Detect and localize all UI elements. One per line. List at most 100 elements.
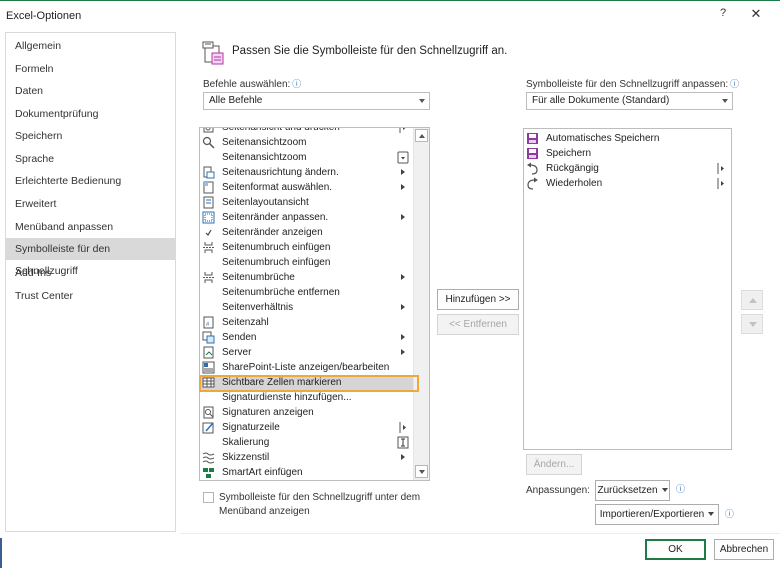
chevron-down-icon: [661, 488, 668, 493]
submenu-arrow-icon: [401, 169, 405, 175]
list-item[interactable]: Seitenverhältnis: [200, 300, 413, 315]
modify-button[interactable]: Ändern...: [526, 454, 582, 475]
toolbar-label: Symbolleiste für den Schnellzugriff anpa…: [526, 77, 739, 90]
help-button[interactable]: ?: [713, 7, 733, 25]
list-item[interactable]: # Seitenzahl: [200, 315, 413, 330]
send-icon: [202, 331, 215, 344]
nav-item-allgemein[interactable]: Allgemein: [6, 35, 175, 57]
list-item[interactable]: Seitenränder anzeigen: [200, 225, 413, 240]
import-export-button-label: Importieren/Exportieren: [599, 509, 705, 520]
commands-scrollbar[interactable]: [413, 128, 429, 480]
visible-cells-icon: [202, 377, 215, 388]
autosave-icon: [527, 133, 538, 144]
list-item-label: Seitenzahl: [222, 317, 269, 328]
ok-button[interactable]: OK: [645, 539, 706, 560]
nav-item-sprache[interactable]: Sprache: [6, 148, 175, 170]
list-item[interactable]: Senden: [200, 330, 413, 345]
signatures-icon: [203, 406, 214, 419]
move-up-button[interactable]: [741, 290, 763, 310]
list-item[interactable]: Automatisches Speichern: [524, 131, 731, 146]
info-icon: ⓘ: [676, 484, 686, 494]
list-item-label: Speichern: [546, 148, 592, 159]
redo-icon: [527, 177, 538, 190]
list-item[interactable]: Signaturdienste hinzufügen...: [200, 390, 413, 405]
submenu-bar-icon: [717, 178, 724, 189]
window-edge-accent: [0, 538, 2, 568]
triangle-down-icon: [749, 322, 757, 327]
scroll-up-button[interactable]: [415, 129, 428, 142]
list-item-label: Seitenumbrüche entfernen: [222, 287, 340, 298]
list-item[interactable]: SharePoint-Liste anzeigen/bearbeiten: [200, 360, 413, 375]
magnifier-icon: [202, 136, 215, 149]
scroll-down-button[interactable]: [415, 465, 428, 478]
nav-item-trust-center[interactable]: Trust Center: [6, 285, 175, 307]
submenu-bar-icon: [717, 163, 724, 174]
list-item[interactable]: Skalierung: [200, 435, 413, 450]
list-item[interactable]: SmartArt einfügen: [200, 465, 413, 480]
list-item[interactable]: Seitenränder anpassen.: [200, 210, 413, 225]
commands-dropdown[interactable]: Alle Befehle: [203, 92, 430, 110]
submenu-arrow-icon: [401, 274, 405, 280]
list-item[interactable]: Seitenumbrüche entfernen: [200, 285, 413, 300]
triangle-up-icon: [749, 298, 757, 303]
page-number-icon: #: [203, 316, 214, 329]
list-item[interactable]: Rückgängig: [524, 161, 731, 176]
list-item[interactable]: Seitenausrichtung ändern.: [200, 165, 413, 180]
chevron-down-icon: [419, 470, 425, 474]
list-item[interactable]: Seitenformat auswählen.: [200, 180, 413, 195]
import-export-button[interactable]: Importieren/Exportieren: [595, 504, 719, 525]
nav-item-formeln[interactable]: Formeln: [6, 58, 175, 80]
list-item-label: Seitenlayoutansicht: [222, 197, 309, 208]
toolbar-scope-dropdown[interactable]: Für alle Dokumente (Standard): [526, 92, 733, 110]
list-item-label: Sichtbare Zellen markieren: [222, 377, 342, 388]
list-item[interactable]: Skizzenstil: [200, 450, 413, 465]
page-orientation-icon: [203, 166, 215, 179]
page-heading: Passen Sie die Symbolleiste für den Schn…: [232, 45, 508, 57]
list-item-label: Seitenränder anzeigen: [222, 227, 323, 238]
nav-item-daten[interactable]: Daten: [6, 80, 175, 102]
remove-button[interactable]: << Entfernen: [437, 314, 519, 335]
page-size-icon: [203, 181, 214, 194]
list-item[interactable]: Seitenansichtzoom: [200, 150, 413, 165]
nav-item-speichern[interactable]: Speichern: [6, 125, 175, 147]
list-item[interactable]: Seitenumbruch einfügen: [200, 255, 413, 270]
smartart-icon: [203, 468, 214, 478]
commands-list[interactable]: Seitenansicht und drucken Seitenansichtz…: [199, 127, 430, 481]
list-item[interactable]: Seitenumbruch einfügen: [200, 240, 413, 255]
list-item[interactable]: Seitenansicht und drucken: [200, 128, 413, 135]
info-icon: ⓘ: [730, 79, 740, 89]
cancel-button[interactable]: Abbrechen: [714, 539, 774, 560]
nav-item-symbolleiste[interactable]: Symbolleiste für den Schnellzugriff: [6, 238, 175, 277]
sketch-style-icon: [202, 452, 215, 464]
add-button[interactable]: Hinzufügen >>: [437, 289, 519, 310]
server-icon: [203, 346, 214, 359]
list-item[interactable]: Signaturen anzeigen: [200, 405, 413, 420]
list-item[interactable]: Wiederholen: [524, 176, 731, 191]
list-item[interactable]: Seitenansichtzoom: [200, 135, 413, 150]
nav-item-add-ins[interactable]: Add-Ins: [6, 262, 175, 284]
list-item[interactable]: Signaturzeile: [200, 420, 413, 435]
nav-item-dokumentpruefung[interactable]: Dokumentprüfung: [6, 103, 175, 125]
nav-item-erweitert[interactable]: Erweitert: [6, 193, 175, 215]
list-item[interactable]: Server: [200, 345, 413, 360]
show-below-ribbon-checkbox[interactable]: [203, 492, 214, 503]
list-item-label: Seitenansichtzoom: [222, 152, 307, 163]
submenu-bar-icon: [399, 422, 406, 433]
reset-button[interactable]: Zurücksetzen: [595, 480, 670, 501]
move-down-button[interactable]: [741, 314, 763, 334]
nav-item-erleichterte-bedienung[interactable]: Erleichterte Bedienung: [6, 170, 175, 192]
list-item-selected[interactable]: Sichtbare Zellen markieren: [200, 375, 413, 390]
list-item[interactable]: Seitenlayoutansicht: [200, 195, 413, 210]
info-icon: ⓘ: [292, 79, 302, 89]
list-item-label: Seitenverhältnis: [222, 302, 294, 313]
list-item[interactable]: Speichern: [524, 146, 731, 161]
nav-item-menueband-anpassen[interactable]: Menüband anpassen: [6, 216, 175, 238]
list-item-label: Server: [222, 347, 252, 358]
close-button[interactable]: ✕: [746, 6, 766, 24]
checkmark-icon: [205, 229, 212, 236]
toolbar-items-list[interactable]: Automatisches Speichern Speichern Rückgä…: [523, 128, 732, 450]
submenu-arrow-icon: [401, 349, 405, 355]
list-item-label: Skizzenstil: [222, 452, 270, 463]
list-item[interactable]: Seitenumbrüche: [200, 270, 413, 285]
page-break-icon: [203, 272, 214, 283]
